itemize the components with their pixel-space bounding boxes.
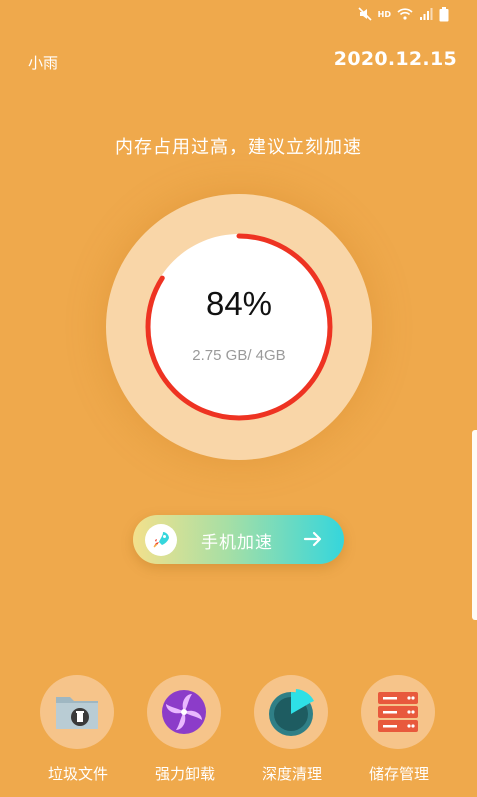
memory-warning-headline: 内存占用过高，建议立刻加速: [115, 137, 362, 158]
tool-force-uninstall[interactable]: 强力卸载: [140, 675, 230, 785]
tool-deep-clean-label: 深度清理: [261, 765, 322, 783]
user-name: 小雨: [28, 54, 59, 72]
folder-trash-icon: [56, 697, 98, 729]
tool-force-uninstall-label: 强力卸载: [154, 765, 215, 783]
tool-grid: 垃圾文件 强力卸载 深度清理 储存管理: [0, 675, 477, 785]
rocket-icon: [153, 532, 169, 548]
status-bar: HD: [358, 4, 449, 24]
tool-junk-files-label: 垃圾文件: [47, 765, 108, 783]
phone-boost-label: 手机加速: [201, 533, 273, 553]
tool-storage-manager-badge: [361, 675, 435, 749]
battery-icon: [439, 6, 449, 21]
network-type-label: HD: [377, 9, 391, 19]
signal-icon: [420, 8, 433, 20]
tool-junk-files[interactable]: 垃圾文件: [33, 675, 123, 785]
tool-storage-manager-label: 储存管理: [368, 765, 429, 783]
wifi-icon: [397, 8, 413, 20]
tool-force-uninstall-badge: [147, 675, 221, 749]
storage-server-icon: [378, 692, 418, 732]
tool-deep-clean[interactable]: 深度清理: [247, 675, 337, 785]
memory-percent: 84%: [205, 285, 273, 322]
memory-usage: 2.75 GB/ 4GB: [192, 347, 286, 364]
fan-icon: [162, 690, 206, 734]
rocket-icon-badge: [145, 524, 177, 556]
memory-progress-arc: [145, 233, 333, 421]
phone-boost-button[interactable]: 手机加速: [133, 515, 344, 564]
tool-storage-manager[interactable]: 储存管理: [354, 675, 444, 785]
memory-progress-ring: [145, 233, 333, 421]
tool-deep-clean-badge: [254, 675, 328, 749]
current-date: 2020.12.15: [333, 48, 457, 70]
tool-junk-files-badge: [40, 675, 114, 749]
pie-clean-icon: [269, 689, 314, 736]
mute-icon: [358, 7, 372, 21]
edge-panel-handle[interactable]: [472, 430, 477, 620]
arrow-right-icon: [303, 531, 322, 547]
